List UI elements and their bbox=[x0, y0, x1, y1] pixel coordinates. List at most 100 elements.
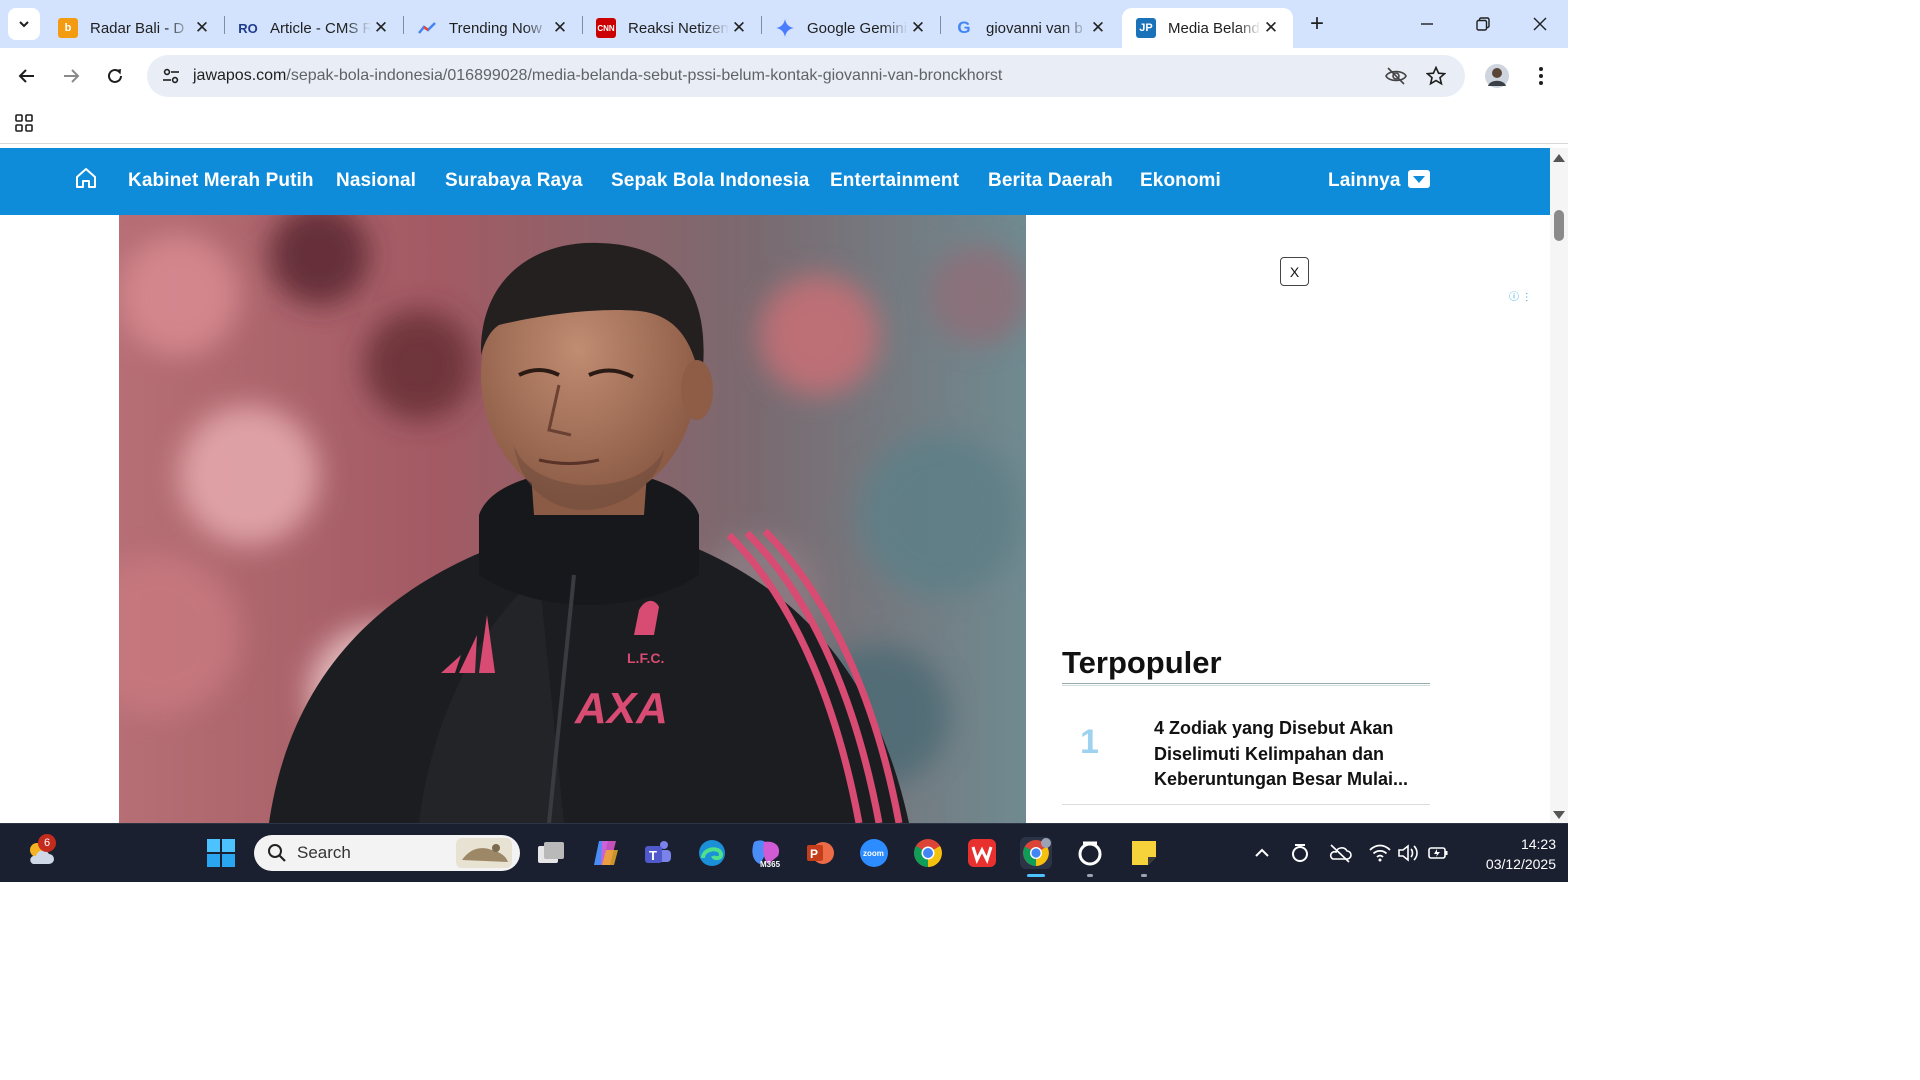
cortana-button[interactable] bbox=[1074, 837, 1106, 869]
close-icon[interactable]: ✕ bbox=[1088, 18, 1108, 38]
teams-button[interactable]: T bbox=[642, 837, 674, 869]
scroll-down-icon[interactable] bbox=[1553, 811, 1565, 819]
tab-article-cms[interactable]: RO Article - CMS R ✕ bbox=[224, 8, 403, 48]
task-view-button[interactable] bbox=[535, 837, 567, 869]
nav-item[interactable]: Nasional bbox=[336, 170, 416, 192]
nav-item[interactable]: Kabinet Merah Putih bbox=[128, 170, 314, 192]
more-vertical-icon bbox=[1539, 67, 1543, 85]
arrow-right-icon bbox=[64, 69, 80, 83]
m365-button[interactable]: M365 bbox=[750, 837, 782, 869]
apps-button[interactable] bbox=[14, 113, 36, 135]
url-path: /sepak-bola-indonesia/016899028/media-be… bbox=[286, 67, 1003, 84]
ad-choices-icon[interactable]: ⓘ ⋮ bbox=[1509, 288, 1532, 303]
close-icon[interactable]: ✕ bbox=[729, 18, 749, 38]
radar-bali-icon: b bbox=[58, 18, 78, 38]
chrome-button[interactable] bbox=[912, 837, 944, 869]
url-text: jawapos.com/sepak-bola-indonesia/0168990… bbox=[193, 67, 1002, 85]
tab-title: Google Gemini bbox=[807, 19, 908, 37]
volume-icon bbox=[1398, 844, 1418, 862]
reload-button[interactable] bbox=[99, 60, 131, 92]
windows-icon bbox=[207, 839, 235, 867]
system-clock[interactable]: 14:23 03/12/2025 bbox=[1462, 834, 1556, 874]
start-button[interactable] bbox=[205, 837, 237, 869]
close-icon[interactable]: ✕ bbox=[908, 18, 928, 38]
close-icon[interactable]: ✕ bbox=[371, 18, 391, 38]
nav-item[interactable]: Surabaya Raya bbox=[445, 170, 583, 192]
new-tab-button[interactable]: + bbox=[1303, 10, 1331, 38]
forward-button[interactable] bbox=[55, 60, 87, 92]
tab-radar-bali[interactable]: b Radar Bali - D ✕ bbox=[44, 8, 224, 48]
edge-icon bbox=[699, 840, 725, 866]
home-link[interactable] bbox=[74, 166, 98, 190]
page-scrollbar[interactable] bbox=[1550, 148, 1568, 823]
nav-item[interactable]: Berita Daerah bbox=[988, 170, 1113, 192]
nav-item[interactable]: Entertainment bbox=[830, 170, 959, 192]
address-bar[interactable]: jawapos.com/sepak-bola-indonesia/0168990… bbox=[147, 55, 1465, 97]
running-indicator bbox=[1087, 874, 1093, 877]
search-icon bbox=[268, 844, 286, 862]
scroll-up-icon[interactable] bbox=[1553, 154, 1565, 162]
ad-close-button[interactable]: X bbox=[1280, 257, 1309, 286]
close-icon[interactable]: ✕ bbox=[192, 18, 212, 38]
tab-title: giovanni van b bbox=[986, 19, 1083, 37]
bookmarks-bar bbox=[0, 104, 1568, 144]
nav-item[interactable]: Ekonomi bbox=[1140, 170, 1221, 192]
tray-app-button[interactable] bbox=[1284, 837, 1316, 869]
popular-article-link[interactable]: 4 Zodiak yang Disebut Akan Diselimuti Ke… bbox=[1154, 716, 1424, 793]
battery-button[interactable] bbox=[1422, 837, 1454, 869]
nav-more[interactable]: Lainnya bbox=[1328, 170, 1401, 192]
apps-grid-icon bbox=[15, 114, 33, 132]
scrollbar-thumb[interactable] bbox=[1554, 210, 1564, 241]
caret-down-icon[interactable] bbox=[1408, 170, 1430, 188]
svg-text:M365: M365 bbox=[760, 860, 781, 868]
divider bbox=[1062, 804, 1430, 805]
profile-avatar-button[interactable] bbox=[1481, 60, 1513, 92]
powerpoint-button[interactable]: P bbox=[804, 837, 836, 869]
tab-google-gemini[interactable]: Google Gemini ✕ bbox=[761, 8, 940, 48]
tab-search-button[interactable] bbox=[8, 8, 40, 40]
onedrive-status-button[interactable] bbox=[1324, 837, 1356, 869]
minimize-icon bbox=[1421, 23, 1433, 25]
back-button[interactable] bbox=[11, 60, 43, 92]
clock-date: 03/12/2025 bbox=[1485, 856, 1556, 872]
running-indicator bbox=[1141, 874, 1147, 877]
battery-charging-icon bbox=[1428, 847, 1448, 859]
chrome-menu-button[interactable] bbox=[1525, 60, 1557, 92]
taskbar-search[interactable]: Search bbox=[254, 835, 520, 871]
svg-text:P: P bbox=[810, 847, 818, 861]
zoom-icon: zoom bbox=[860, 839, 888, 867]
site-info-button[interactable] bbox=[153, 60, 189, 92]
chrome-profile-button[interactable] bbox=[1020, 837, 1052, 869]
wps-button[interactable] bbox=[966, 837, 998, 869]
sticky-notes-button[interactable] bbox=[1128, 837, 1160, 869]
ring-icon bbox=[1078, 841, 1102, 866]
zoom-button[interactable]: zoom bbox=[858, 837, 890, 869]
search-label: Search bbox=[297, 843, 351, 862]
minimize-button[interactable] bbox=[1412, 10, 1442, 38]
tab-trending-now[interactable]: Trending Now ✕ bbox=[403, 8, 582, 48]
close-icon[interactable]: ✕ bbox=[550, 18, 570, 38]
close-icon[interactable]: ✕ bbox=[1261, 18, 1281, 38]
restore-button[interactable] bbox=[1468, 10, 1498, 38]
cloud-off-icon bbox=[1329, 844, 1352, 863]
volume-button[interactable] bbox=[1392, 837, 1424, 869]
tab-title: Trending Now bbox=[449, 19, 542, 37]
edge-button[interactable] bbox=[696, 837, 728, 869]
nav-item[interactable]: Sepak Bola Indonesia bbox=[611, 170, 809, 192]
wifi-icon bbox=[1369, 844, 1391, 862]
copilot-icon bbox=[594, 841, 618, 865]
copilot-button[interactable] bbox=[589, 837, 621, 869]
tab-giovanni-search[interactable]: G giovanni van b ✕ bbox=[940, 8, 1120, 48]
tracking-protection-button[interactable] bbox=[1380, 60, 1412, 92]
svg-text:zoom: zoom bbox=[863, 849, 884, 858]
ring-icon bbox=[1292, 844, 1308, 862]
svg-text:L.F.C.: L.F.C. bbox=[627, 650, 664, 666]
jp-icon: JP bbox=[1136, 18, 1156, 38]
tab-reaksi-netizen[interactable]: CNN Reaksi Netizen ✕ bbox=[582, 8, 761, 48]
bookmark-star-button[interactable] bbox=[1420, 60, 1452, 92]
show-hidden-icons-button[interactable] bbox=[1246, 837, 1278, 869]
close-window-button[interactable] bbox=[1525, 10, 1555, 38]
google-icon: G bbox=[957, 18, 971, 37]
popular-heading: Terpopuler bbox=[1062, 645, 1222, 680]
tab-media-belanda[interactable]: JP Media Belanda ✕ bbox=[1122, 8, 1293, 48]
